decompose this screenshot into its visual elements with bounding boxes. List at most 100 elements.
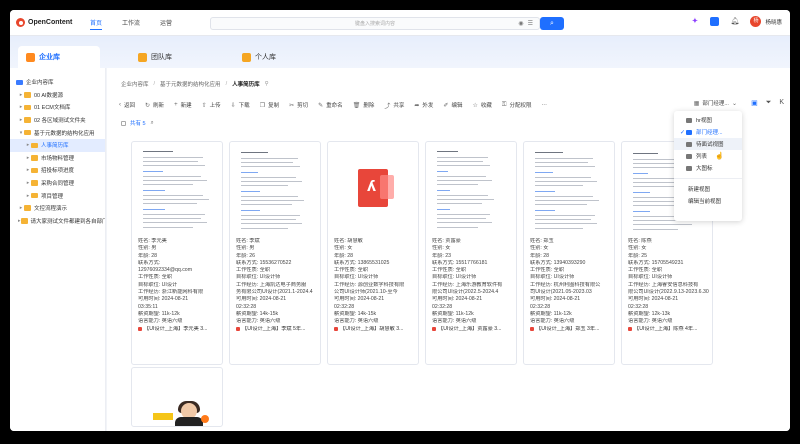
- send-out-button[interactable]: ➦ 外发: [414, 101, 433, 110]
- search-icon[interactable]: ⌕: [151, 120, 154, 127]
- edit-button[interactable]: ✐ 编辑: [443, 101, 462, 110]
- camera-icon[interactable]: ◉: [518, 20, 523, 27]
- breadcrumb-item[interactable]: 基于元数据的结构化应用: [160, 80, 221, 88]
- photo-badge-shape: [153, 413, 173, 420]
- search-input[interactable]: 键盘入搜索词内容 ◉ ☰: [210, 17, 540, 30]
- file-thumbnail[interactable]: [529, 147, 609, 235]
- tree-item-root[interactable]: 企业内容库: [10, 76, 105, 89]
- new-button[interactable]: + 新建: [174, 101, 192, 109]
- card-field-history2: 务有限公司UI设计(2021.1-2024.4: [236, 289, 313, 296]
- file-card[interactable]: 姓名: 贾露豪 性别: 女年龄: 23 联系方式: 15517766181 工作性质:…: [425, 141, 517, 365]
- document-text-line: [143, 227, 193, 229]
- menu-item-edit-view[interactable]: 编辑当前视图: [674, 195, 742, 207]
- tab-enterprise-library[interactable]: 企业库: [18, 46, 100, 68]
- file-name: 【UI设计_上海】陈燕 4年...: [634, 325, 698, 332]
- file-thumbnail[interactable]: [235, 147, 315, 235]
- download-button[interactable]: ⇩ 下载: [230, 101, 250, 110]
- main-nav: 首页 工作流 运营: [90, 16, 192, 30]
- username[interactable]: 杨晓惠: [765, 18, 782, 26]
- nav-operations[interactable]: 运营: [160, 16, 172, 30]
- back-button[interactable]: ‹ 返回: [119, 101, 135, 109]
- card-field-gender: 性别: 女: [432, 245, 451, 252]
- link-icon[interactable]: ⚲: [265, 81, 269, 87]
- menu-item-manager-view[interactable]: ✓ 部门经理...: [674, 126, 742, 138]
- tree-item[interactable]: ▸ 00 AI数据源: [10, 89, 105, 102]
- share-icon: ⤴: [384, 103, 391, 110]
- copy-button[interactable]: ❐ 复制: [260, 101, 279, 110]
- menu-item-list[interactable]: 列表: [674, 150, 742, 162]
- logo[interactable]: OpenContent: [16, 18, 78, 27]
- share-button[interactable]: ⤴ 共享: [384, 101, 404, 110]
- item-count[interactable]: 共有 5: [130, 119, 146, 127]
- file-card[interactable]: [131, 367, 223, 427]
- app-grid-icon[interactable]: [710, 17, 720, 26]
- selection-bar: 共有 5 ⌕: [121, 119, 154, 127]
- document-text-line: [143, 195, 203, 197]
- card-field-worktype: 工作性质: 全职: [432, 267, 467, 274]
- filter-icon[interactable]: ☰: [528, 20, 533, 27]
- card-field-name: 姓名: 郑玉: [530, 238, 554, 244]
- tree-item-selected[interactable]: ▸ 人事简历库: [10, 138, 105, 152]
- download-icon: ⇩: [230, 102, 236, 109]
- file-name-row[interactable]: 【UI设计_上海】郑玉 3年...: [530, 326, 612, 333]
- card-field-lang: 语言能力: 英语六级: [334, 318, 379, 325]
- menu-item-new-view[interactable]: 新建视图: [674, 183, 742, 195]
- tab-personal-library[interactable]: 个人库: [234, 46, 314, 68]
- file-thumbnail[interactable]: [431, 147, 511, 235]
- more-button[interactable]: ···: [541, 102, 547, 108]
- delete-button[interactable]: 🗑︎ 删除: [353, 101, 375, 110]
- tree-item[interactable]: ▾ 基于元数据的结构化应用: [10, 126, 105, 139]
- tree-item[interactable]: ▸ 市场物料管理: [10, 152, 105, 165]
- document-text-line: [241, 223, 302, 225]
- breadcrumb-item[interactable]: 企业内容库: [121, 80, 149, 88]
- refresh-button[interactable]: ↻ 刷新: [145, 101, 164, 110]
- document-text-line: [535, 172, 553, 174]
- collapse-icon[interactable]: K: [779, 99, 784, 107]
- tree-item[interactable]: ▸ 项目管理: [10, 189, 105, 202]
- file-name: 【UI设计_上海】李元美 3...: [144, 325, 208, 332]
- tree-item[interactable]: ▸ 文控流程演示: [10, 202, 105, 215]
- file-name-row[interactable]: 【UI设计_上海】李元美 3...: [138, 326, 220, 333]
- tree-item[interactable]: ▸ 招投标项进度: [10, 164, 105, 177]
- logo-text: OpenContent: [28, 19, 73, 26]
- assign-permission-button[interactable]: ⚿ 分配权限: [502, 101, 532, 110]
- tab-team-library[interactable]: 团队库: [130, 46, 210, 68]
- file-card[interactable]: 姓名: 李斌 性别: 男年龄: 26 联系方式: 15536270522 工作性质: …: [229, 141, 321, 365]
- tree-item[interactable]: ▸ 02 各区域测试文件夹: [10, 114, 105, 127]
- select-all-checkbox[interactable]: [121, 120, 126, 126]
- view-selector[interactable]: ▦ 部门经理... ⌄: [694, 99, 740, 108]
- document-text-line: [535, 162, 588, 164]
- file-name-row[interactable]: 【UI设计_上海】陈燕 4年...: [628, 326, 710, 333]
- rename-button[interactable]: ✎ 重命名: [318, 101, 343, 110]
- file-card[interactable]: ʎ 姓名: 胡慧敏 性别: 女年龄: 28 联系方式: 13865531025 工作性质…: [327, 141, 419, 365]
- tree-item[interactable]: ▸ 01 ECM文档库: [10, 101, 105, 114]
- file-name-row[interactable]: 【UI设计_上海】李斌 5年...: [236, 326, 318, 333]
- card-field-gender: 性别: 男: [138, 245, 157, 252]
- file-name-row[interactable]: 【UI设计_上海】胡慧敏 3...: [334, 326, 416, 333]
- file-thumbnail[interactable]: [137, 147, 217, 235]
- favorite-button[interactable]: ☆ 收藏: [472, 101, 491, 110]
- nav-workflow[interactable]: 工作流: [122, 16, 140, 30]
- menu-item-hr-view[interactable]: hr视图: [674, 114, 742, 126]
- filter-funnel-icon[interactable]: ⏷: [766, 99, 772, 107]
- file-card[interactable]: 姓名: 郑玉 性别: 女年龄: 28 联系方式: 13940393290 工作性质: …: [523, 141, 615, 365]
- card-field-gender: 性别: 女: [628, 245, 647, 252]
- tree-item[interactable]: ▸ 请大家测试文件都建到各自部门: [10, 215, 105, 228]
- view-mode-icon[interactable]: ▣: [751, 99, 758, 107]
- search-button[interactable]: ⌕: [540, 17, 564, 30]
- bell-icon[interactable]: 🔔︎: [730, 17, 740, 26]
- avatar[interactable]: 杨: [750, 16, 762, 27]
- file-card[interactable]: 姓名: 李元美 性别: 男年龄: 28 联系方式: 12976092334@qq.co…: [131, 141, 223, 365]
- document-text-line: [241, 191, 260, 193]
- cut-button[interactable]: ✂ 剪切: [289, 101, 308, 110]
- tree-item[interactable]: ▸ 采购合同管理: [10, 177, 105, 190]
- card-field-lang: 语言能力: 英语六级: [530, 318, 575, 325]
- nav-home[interactable]: 首页: [90, 16, 103, 30]
- file-name-row[interactable]: 【UI设计_上海】贾露豪 3...: [432, 326, 514, 333]
- file-thumbnail[interactable]: ʎ: [333, 147, 413, 235]
- menu-item-interview-view[interactable]: 待面试视图: [674, 138, 742, 150]
- file-thumbnail[interactable]: [137, 373, 217, 426]
- upload-button[interactable]: ⇧ 上传: [202, 101, 221, 110]
- menu-item-large-icons[interactable]: 大图标: [674, 162, 742, 174]
- ai-assistant-icon[interactable]: ✦: [690, 17, 699, 26]
